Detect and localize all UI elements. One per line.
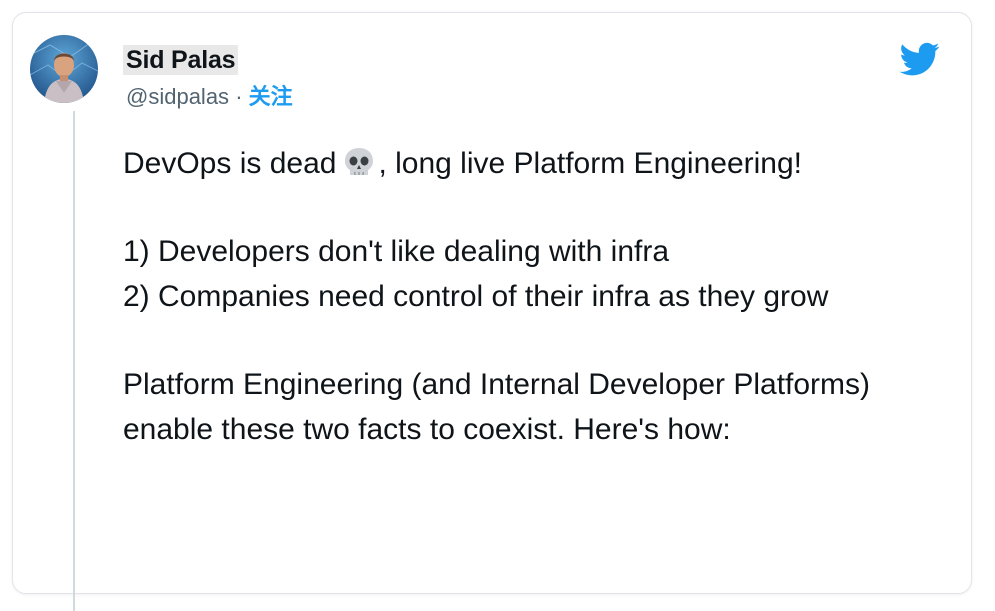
headline-part-1: DevOps is dead	[123, 147, 337, 180]
tweet-closing: Platform Engineering (and Internal Devel…	[123, 368, 871, 446]
tweet-card: Sid Palas @sidpalas · 关注 DevOps is dead …	[12, 12, 972, 611]
separator-dot: ·	[235, 84, 243, 109]
tweet-headline: DevOps is dead , long live Platform Engi…	[123, 141, 953, 186]
point-2: 2) Companies need control of their infra…	[123, 280, 829, 313]
avatar-image	[30, 35, 98, 103]
author-handle[interactable]: @sidpalas	[126, 84, 229, 109]
twitter-bird-icon[interactable]	[897, 39, 943, 79]
point-1: 1) Developers don't like dealing with in…	[123, 235, 670, 268]
tweet-text: DevOps is dead , long live Platform Engi…	[123, 141, 953, 452]
thread-line	[73, 111, 75, 611]
skull-icon	[345, 148, 374, 175]
tweet-points: 1) Developers don't like dealing with in…	[123, 229, 953, 319]
headline-part-2: , long live Platform Engineering!	[378, 147, 803, 180]
follow-button[interactable]: 关注	[249, 84, 293, 109]
author-display-name[interactable]: Sid Palas	[123, 45, 239, 75]
author-meta: @sidpalas · 关注	[126, 83, 293, 111]
avatar[interactable]	[30, 35, 98, 103]
